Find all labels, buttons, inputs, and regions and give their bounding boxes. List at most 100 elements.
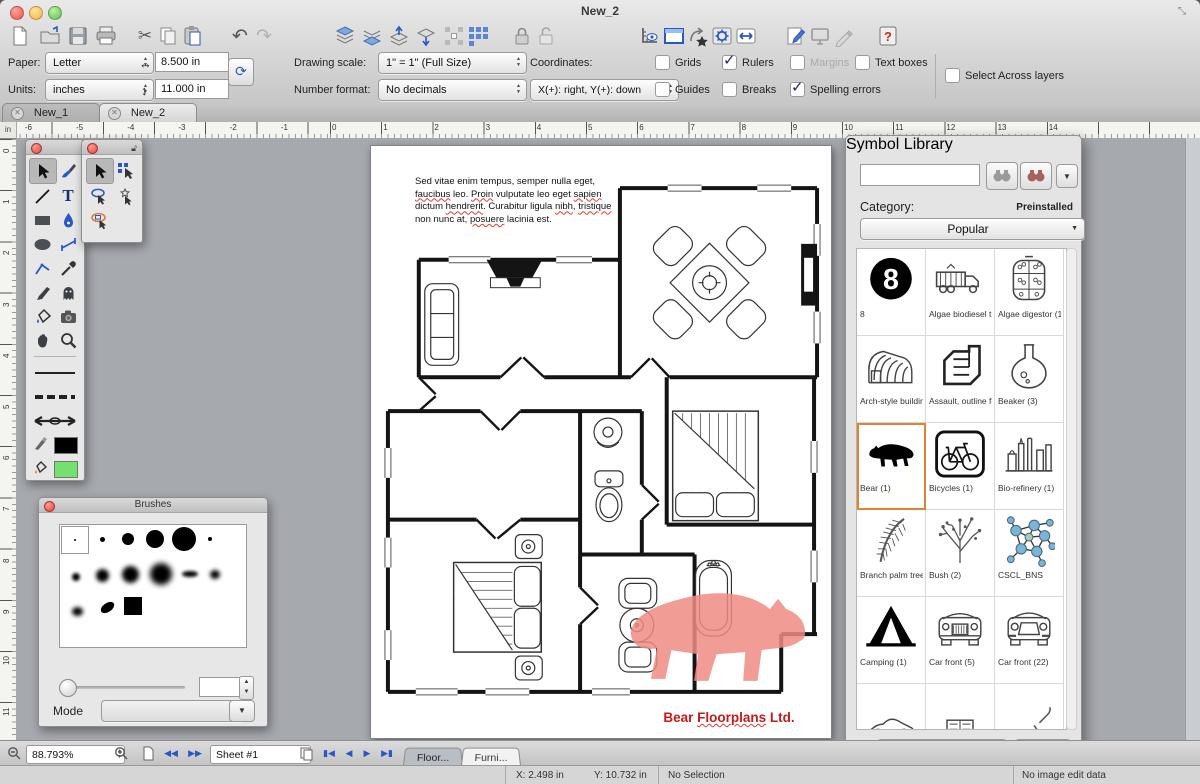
- align-icon[interactable]: [442, 24, 466, 48]
- fill-color-swatch[interactable]: [54, 461, 78, 478]
- symbol-cell[interactable]: Car front (5): [926, 597, 995, 684]
- breaks-checkbox[interactable]: Breaks: [722, 82, 776, 97]
- lasso-select-tool[interactable]: [86, 184, 112, 208]
- line-tool[interactable]: [29, 184, 55, 208]
- redo-icon[interactable]: ↷: [252, 24, 276, 48]
- send-backward-icon[interactable]: [414, 24, 438, 48]
- number-format-select[interactable]: No decimals▲▼: [378, 79, 527, 101]
- symbol-cell[interactable]: [857, 684, 926, 730]
- next-sheet-icon[interactable]: ▶▶: [184, 745, 206, 762]
- sheet-select-combo[interactable]: Sheet #1▲▼: [210, 745, 311, 764]
- brush-preview-grid[interactable]: [59, 524, 247, 648]
- pen-tool[interactable]: [55, 208, 81, 232]
- symbol-cell[interactable]: Assault, outline fi: [926, 336, 995, 423]
- brush-size-stepper[interactable]: ▲▼: [239, 676, 254, 700]
- brushes-palette-titlebar[interactable]: Brushes: [39, 498, 267, 513]
- tools-palette-titlebar[interactable]: [26, 140, 84, 155]
- find-again-button[interactable]: [1020, 162, 1052, 190]
- zoom-tool[interactable]: [55, 328, 81, 352]
- brush-size-slider-thumb[interactable]: [59, 679, 77, 697]
- eyedropper-tool[interactable]: [55, 256, 81, 280]
- grids-checkbox[interactable]: Grids: [655, 55, 701, 70]
- symbol-cell[interactable]: 88: [857, 249, 926, 336]
- paste-icon[interactable]: [180, 24, 204, 48]
- select-points-tool[interactable]: [112, 158, 138, 182]
- last-page-icon[interactable]: ▶▮: [378, 745, 396, 762]
- close-icon[interactable]: [87, 143, 98, 154]
- open-button[interactable]: [38, 24, 62, 48]
- new-document-button[interactable]: [8, 24, 32, 48]
- fill-color-tool[interactable]: [33, 459, 49, 480]
- line-style-solid[interactable]: [26, 361, 84, 385]
- send-to-back-icon[interactable]: [360, 24, 384, 48]
- ghost-tool[interactable]: [55, 280, 81, 304]
- symbol-cell[interactable]: Beaker (3): [995, 336, 1064, 423]
- vertical-ruler[interactable]: 01234567891011: [0, 138, 17, 740]
- line-style-dashed[interactable]: [26, 385, 84, 409]
- window-view-icon[interactable]: [662, 24, 686, 48]
- vertex-line-tool[interactable]: [29, 256, 55, 280]
- unlock-icon[interactable]: [534, 24, 558, 48]
- fill-bucket-tool[interactable]: [29, 304, 55, 328]
- previous-sheet-icon[interactable]: ◀◀: [160, 745, 182, 762]
- marker-tool[interactable]: [29, 280, 55, 304]
- category-select[interactable]: Popular▼: [860, 218, 1085, 240]
- select-across-layers-checkbox[interactable]: Select Across layers: [945, 68, 1064, 83]
- brush-tool[interactable]: [55, 158, 81, 182]
- direct-select-tool[interactable]: [112, 184, 138, 208]
- brush-size-slider[interactable]: [65, 686, 185, 689]
- bear-floorplans-caption[interactable]: Bear Floorplans Ltd.: [629, 710, 829, 725]
- help-button[interactable]: ?: [876, 24, 900, 48]
- brush-options-button[interactable]: ▼: [229, 700, 255, 722]
- title-bar[interactable]: New_2 ⤡: [0, 0, 1200, 22]
- lasso-rect-select-tool[interactable]: [86, 208, 112, 232]
- stroke-color-tool[interactable]: [33, 435, 49, 456]
- symbol-cell[interactable]: Algae biodiesel tr: [926, 249, 995, 336]
- bring-forward-icon[interactable]: [387, 24, 411, 48]
- rotate-page-button[interactable]: ⟳: [228, 58, 254, 86]
- drawing-scale-select[interactable]: 1" = 1" (Full Size)▲▼: [378, 52, 527, 74]
- zoom-level-combo[interactable]: 88.793%▲▼: [26, 745, 125, 764]
- select-tool[interactable]: [29, 158, 57, 184]
- find-button[interactable]: [986, 162, 1018, 190]
- text-boxes-checkbox[interactable]: Text boxes: [855, 55, 928, 70]
- window-vertical-scrollbar[interactable]: [1185, 138, 1200, 740]
- expand-icon[interactable]: ⤡: [1178, 6, 1190, 18]
- bring-to-front-icon[interactable]: [333, 24, 357, 48]
- symbol-cell[interactable]: Algae digestor (1): [995, 249, 1064, 336]
- document-page[interactable]: Sed vitae enim tempus, semper nulla eget…: [370, 145, 832, 739]
- close-icon[interactable]: [44, 501, 55, 512]
- tab-new-2[interactable]: ✕ New_2: [99, 103, 197, 122]
- previous-page-icon[interactable]: ◀: [342, 745, 356, 762]
- close-tab-icon[interactable]: ✕: [108, 107, 121, 120]
- copy-icon[interactable]: [156, 24, 180, 48]
- close-tab-icon[interactable]: ✕: [11, 107, 24, 120]
- units-select[interactable]: inches▲▼: [45, 79, 154, 101]
- edit-page-icon[interactable]: [784, 24, 808, 48]
- symbol-cell[interactable]: Bio-refinery (1): [995, 423, 1064, 510]
- symbol-search-input[interactable]: [860, 164, 980, 186]
- select-arrow-tool[interactable]: [86, 158, 114, 184]
- print-button[interactable]: [94, 24, 118, 48]
- arrow-style[interactable]: [26, 409, 84, 433]
- symbol-cell[interactable]: Car front (22): [995, 597, 1064, 684]
- symbol-menu-button[interactable]: ▼: [1056, 164, 1078, 188]
- next-page-icon[interactable]: ▶: [360, 745, 374, 762]
- symbol-grid-scrollbar[interactable]: [1066, 248, 1077, 730]
- brush-selected-cell[interactable]: [61, 526, 89, 554]
- symbol-cell[interactable]: Camping (1): [857, 597, 926, 684]
- save-button[interactable]: [66, 24, 90, 48]
- symbol-library-titlebar[interactable]: Symbol Library: [846, 136, 1081, 152]
- hand-tool[interactable]: [29, 328, 55, 352]
- lock-icon[interactable]: [510, 24, 534, 48]
- symbol-cell[interactable]: [995, 684, 1064, 730]
- symbol-cell[interactable]: Branch palm tree: [857, 510, 926, 597]
- dimension-tool[interactable]: [55, 232, 81, 256]
- margins-checkbox[interactable]: Margins: [790, 55, 849, 70]
- symbol-cell-bicycles[interactable]: Bicycles (1): [926, 423, 995, 510]
- zoom-out-icon[interactable]: [5, 745, 23, 762]
- paper-select[interactable]: Letter▲▼: [45, 52, 154, 74]
- text-tool[interactable]: T: [55, 184, 81, 208]
- guides-checkbox[interactable]: Guides: [655, 82, 710, 97]
- camera-tool[interactable]: [55, 304, 81, 328]
